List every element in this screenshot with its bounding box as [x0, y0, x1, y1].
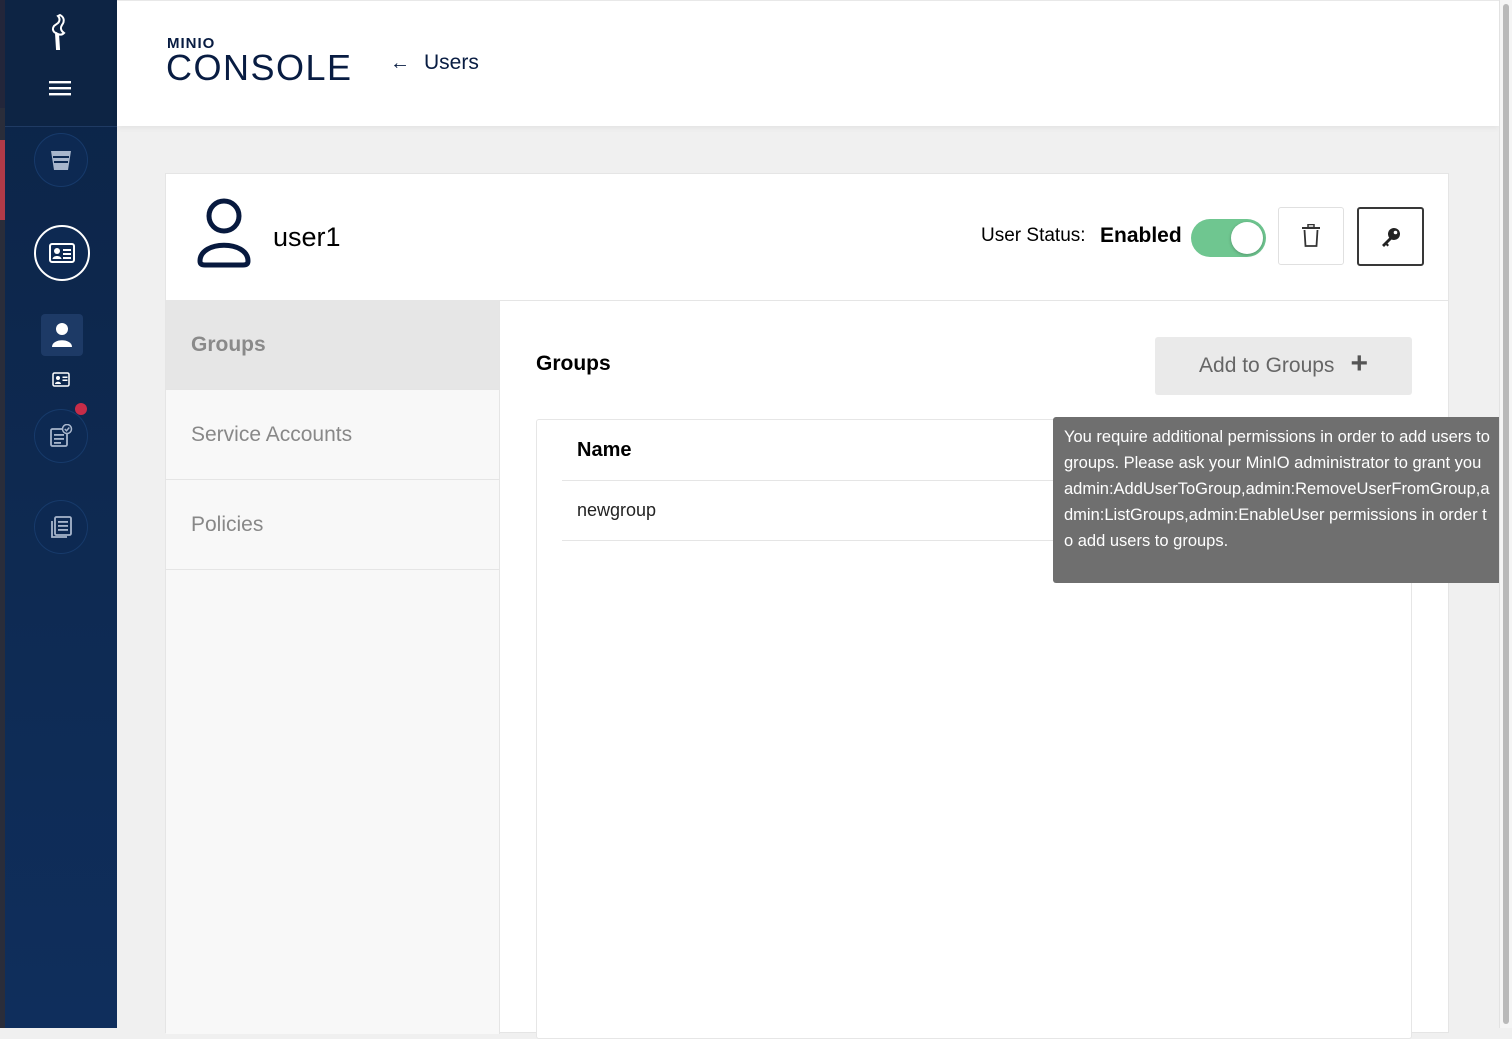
back-to-users-link[interactable]: ← Users	[390, 51, 479, 75]
toggle-knob	[1231, 222, 1263, 254]
key-icon	[1381, 227, 1400, 247]
permissions-tooltip: You require additional permissions in or…	[1053, 417, 1503, 583]
sidebar-item-identity-sub[interactable]	[51, 370, 71, 388]
groups-section-title: Groups	[536, 352, 611, 375]
sidebar	[5, 0, 117, 1028]
sidebar-item-monitoring[interactable]	[34, 409, 88, 463]
user-details-panel: user1 User Status: Enabled Groups Servic…	[165, 173, 1449, 1039]
sidebar-item-users[interactable]	[41, 314, 83, 356]
tab-policies[interactable]: Policies	[166, 480, 499, 570]
trash-icon	[1302, 224, 1320, 247]
plus-icon: +	[1350, 347, 1368, 380]
sidebar-item-buckets[interactable]	[34, 133, 88, 187]
user-icon	[52, 323, 72, 347]
add-to-groups-label: Add to Groups	[1199, 354, 1335, 377]
document-list-icon	[51, 516, 72, 538]
page-header: MINIO CONSOLE ← Users	[117, 0, 1499, 126]
arrow-left-icon: ←	[390, 51, 410, 74]
page-scrollbar[interactable]	[1499, 0, 1512, 1028]
user-status-label: User Status:	[981, 225, 1086, 246]
scrollbar-thumb[interactable]	[1503, 4, 1509, 1024]
sidebar-item-identity[interactable]	[34, 225, 90, 281]
user-status-toggle[interactable]	[1191, 219, 1266, 257]
user-status-value: Enabled	[1100, 224, 1182, 247]
add-to-groups-button[interactable]: Add to Groups +	[1155, 337, 1412, 395]
hamburger-menu-icon[interactable]	[46, 77, 74, 99]
sidebar-item-logs[interactable]	[34, 500, 88, 554]
user-header: user1 User Status: Enabled	[166, 174, 1448, 301]
checklist-icon	[50, 424, 73, 447]
change-password-button[interactable]	[1357, 207, 1424, 266]
tab-service-accounts[interactable]: Service Accounts	[166, 390, 499, 480]
notification-dot	[75, 403, 87, 415]
user-tabs: Groups Service Accounts Policies	[166, 300, 500, 1034]
minio-bird-icon[interactable]	[45, 12, 75, 52]
id-card-icon	[49, 243, 75, 263]
user-name: user1	[273, 222, 341, 252]
tab-groups[interactable]: Groups	[166, 300, 499, 390]
delete-user-button[interactable]	[1278, 207, 1344, 265]
bucket-icon	[51, 151, 71, 170]
user-avatar-icon	[196, 198, 252, 273]
id-card-small-icon	[52, 371, 70, 387]
brand-wordmark-console: CONSOLE	[166, 47, 353, 88]
back-link-label: Users	[424, 51, 479, 74]
